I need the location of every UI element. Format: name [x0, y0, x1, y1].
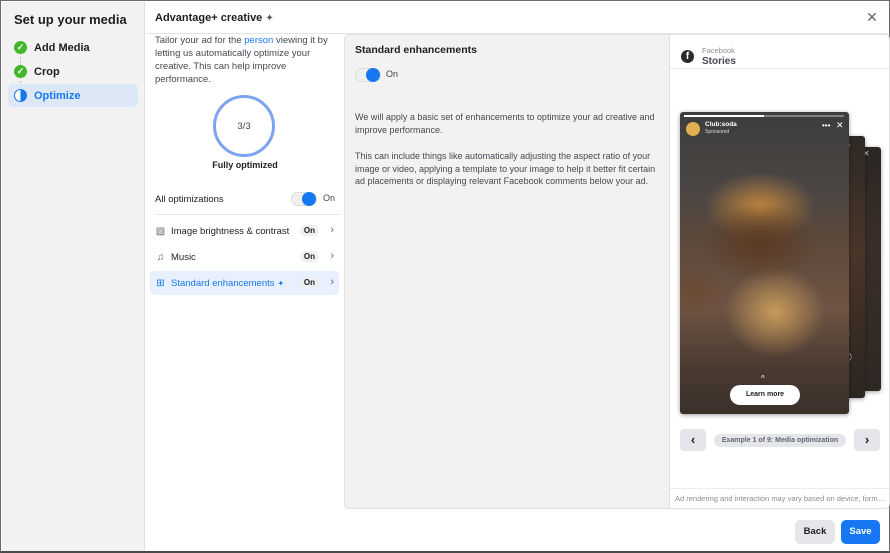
progress-label: Fully optimized	[212, 160, 278, 170]
all-optimizations-label: All optimizations	[155, 193, 224, 205]
ad-preview-panel: f Facebook Stories ✕ ◎ ♡ ◯ ➢ Club:soda S…	[669, 34, 890, 509]
story-ad-preview: Club:soda Sponsored ••• ✕ ^ Learn more	[680, 112, 849, 414]
chevron-right-icon: ›	[330, 224, 334, 236]
all-optimizations-row: All optimizations On	[155, 188, 337, 210]
learn-more-button[interactable]: Learn more	[730, 385, 800, 405]
status-badge: On	[299, 251, 319, 262]
steps-sidebar: Set up your media ✓ Add Media ✓ Crop Opt…	[2, 2, 145, 551]
more-options-icon: •••	[822, 121, 831, 130]
platform-label: Facebook	[702, 46, 735, 55]
image-icon: ▨	[155, 225, 166, 237]
detail-paragraph-2: This can include things like automatical…	[355, 151, 656, 186]
chevron-right-icon: ›	[330, 250, 334, 262]
step-add-media[interactable]: ✓ Add Media	[8, 36, 138, 59]
step-label: Crop	[34, 65, 60, 78]
preview-header: f Facebook Stories	[670, 35, 889, 69]
grid-icon: ⊞	[156, 277, 165, 289]
chevron-left-icon: ‹	[690, 432, 696, 447]
story-progress-bar	[684, 115, 844, 117]
standard-enhancements-toggle[interactable]	[355, 68, 381, 82]
option-label: Music	[171, 251, 196, 263]
brand-avatar	[686, 122, 700, 136]
previous-example-button[interactable]: ‹	[680, 429, 706, 451]
progress-count: 3/3	[237, 120, 251, 132]
step-label: Optimize	[34, 89, 81, 102]
close-button[interactable]: ✕	[865, 10, 879, 24]
next-example-button[interactable]: ›	[854, 429, 880, 451]
toggle-knob	[302, 192, 316, 206]
option-standard-enhancements[interactable]: ⊞ Standard enhancements ✦ On ›	[150, 271, 339, 295]
save-button[interactable]: Save	[841, 520, 880, 544]
divider	[670, 488, 889, 489]
detail-title: Standard enhancements	[355, 44, 477, 56]
status-badge: On	[299, 225, 319, 236]
dialog-title: Advantage+ creative ✦	[155, 12, 274, 24]
back-button[interactable]: Back	[795, 520, 835, 544]
detail-paragraph-1: We will apply a basic set of enhancement…	[355, 112, 655, 135]
close-icon: ✕	[866, 9, 878, 25]
option-music[interactable]: ♫ Music On ›	[150, 245, 339, 269]
sidebar-title: Set up your media	[14, 12, 127, 27]
sparkle-icon: ✦	[265, 13, 274, 24]
chevron-right-icon: ›	[864, 432, 870, 447]
detail-panel: Standard enhancements On We will apply a…	[344, 34, 669, 509]
dialog-title-text: Advantage+ creative	[155, 12, 263, 24]
facebook-logo-icon: f	[681, 50, 694, 63]
dialog-header: Advantage+ creative ✦ ✕	[146, 2, 888, 34]
close-icon: ✕	[836, 120, 844, 130]
status-badge: On	[299, 277, 319, 288]
example-label: Example 1 of 9: Media optimization	[714, 434, 846, 447]
step-crop[interactable]: ✓ Crop	[8, 60, 138, 83]
half-circle-icon	[14, 89, 27, 102]
option-label: Image brightness & contrast	[171, 225, 290, 237]
check-circle-icon: ✓	[14, 65, 27, 78]
preview-disclaimer: Ad rendering and interaction may vary ba…	[675, 494, 887, 503]
chevron-up-icon: ^	[761, 374, 765, 383]
description-text: Tailor your ad for the	[155, 35, 245, 46]
optimization-progress-ring: 3/3	[213, 95, 275, 157]
optimizations-panel: Tailor your ad for the person viewing it…	[146, 34, 344, 509]
option-label: Standard enhancements	[171, 277, 275, 289]
divider	[155, 214, 340, 215]
check-circle-icon: ✓	[14, 41, 27, 54]
sparkle-icon: ✦	[277, 278, 285, 288]
dialog: Set up your media ✓ Add Media ✓ Crop Opt…	[0, 0, 890, 553]
toggle-knob	[366, 68, 380, 82]
step-optimize[interactable]: Optimize	[8, 84, 138, 107]
placement-label: Stories	[702, 56, 736, 67]
step-label: Add Media	[34, 41, 90, 54]
toggle-state: On	[322, 193, 335, 203]
brand-name: Club:soda	[705, 121, 737, 128]
chevron-right-icon: ›	[330, 276, 334, 288]
sponsored-label: Sponsored	[705, 129, 730, 135]
optimizations-description: Tailor your ad for the person viewing it…	[155, 34, 340, 86]
music-note-icon: ♫	[156, 251, 165, 263]
all-optimizations-toggle[interactable]	[291, 192, 317, 206]
option-image-brightness[interactable]: ▨ Image brightness & contrast On ›	[150, 219, 339, 243]
person-link[interactable]: person	[244, 35, 273, 46]
toggle-state: On	[386, 69, 399, 79]
